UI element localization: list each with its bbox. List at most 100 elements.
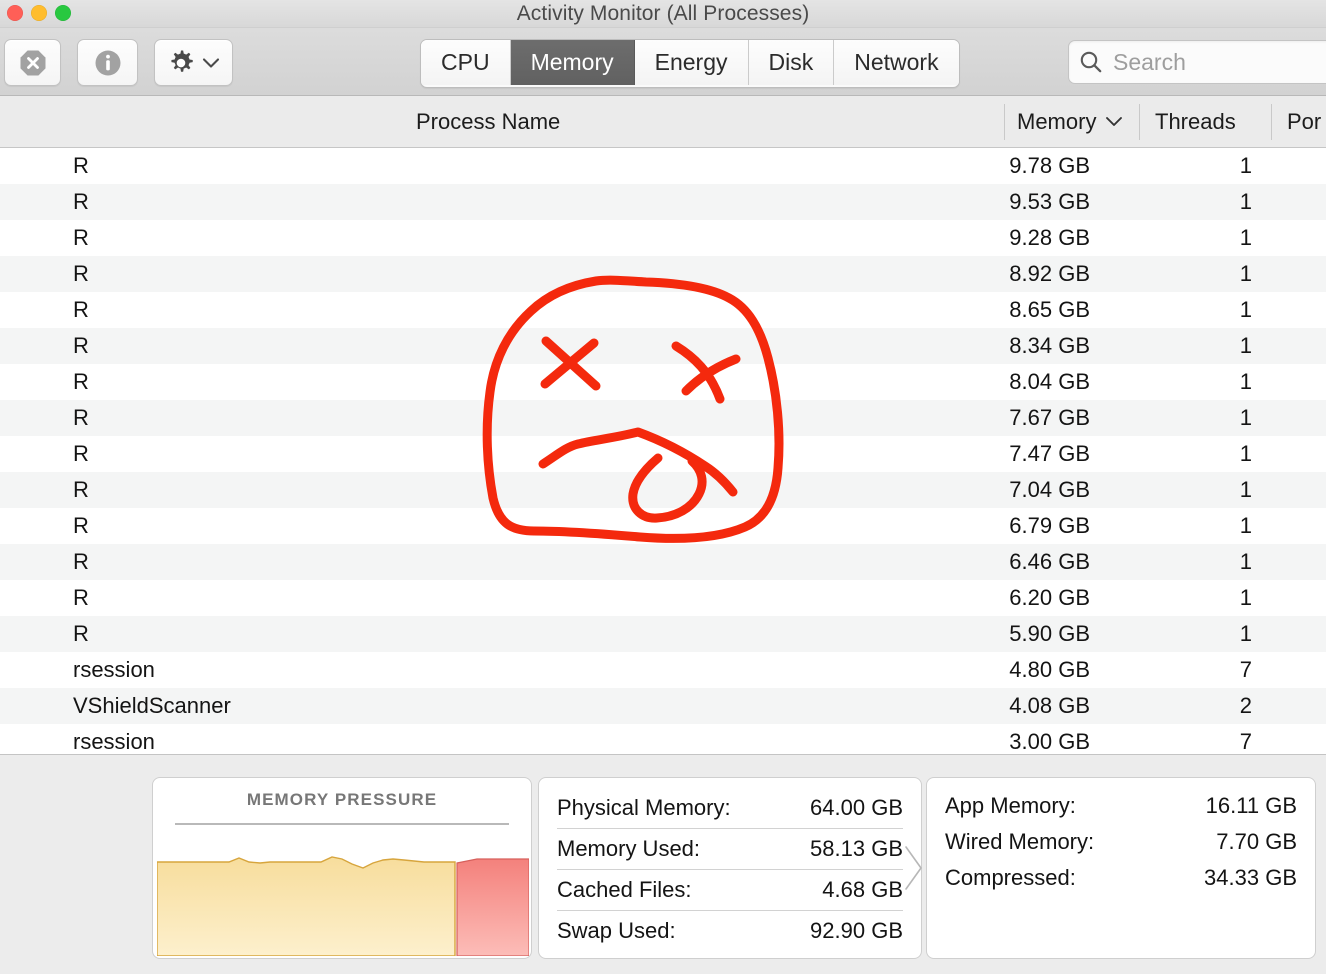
table-row[interactable]: R6.79 GB1 (0, 508, 1326, 544)
cell-threads: 2 (1160, 688, 1252, 724)
cell-process-name: R (73, 400, 89, 436)
tab-cpu[interactable]: CPU (421, 40, 511, 85)
memory-stats-left-list: Physical Memory:64.00 GBMemory Used:58.1… (557, 788, 903, 951)
table-row[interactable]: R6.20 GB1 (0, 580, 1326, 616)
cell-process-name: R (73, 544, 89, 580)
cell-memory: 8.65 GB (960, 292, 1090, 328)
stat-label: Physical Memory: (557, 795, 731, 820)
cell-process-name: R (73, 328, 89, 364)
table-row[interactable]: R9.28 GB1 (0, 220, 1326, 256)
cell-memory: 8.92 GB (960, 256, 1090, 292)
stat-label: Compressed: (945, 865, 1076, 890)
table-row[interactable]: rsession4.80 GB7 (0, 652, 1326, 688)
cell-memory: 8.04 GB (960, 364, 1090, 400)
cell-memory: 3.00 GB (960, 724, 1090, 754)
memory-stat-row: Wired Memory:7.70 GB (945, 824, 1297, 860)
cell-memory: 8.34 GB (960, 328, 1090, 364)
sort-descending-chevron-icon (1104, 115, 1124, 128)
toolbar: CPU Memory Energy Disk Network (0, 28, 1326, 96)
table-row[interactable]: R7.04 GB1 (0, 472, 1326, 508)
table-row[interactable]: VShieldScanner 4.08 GB 2 (0, 688, 1326, 724)
column-header-threads[interactable]: Threads (1155, 96, 1236, 147)
view-tabs: CPU Memory Energy Disk Network (420, 39, 960, 88)
memory-stat-row: App Memory:16.11 GB (945, 788, 1297, 824)
cell-process-name: R (73, 472, 89, 508)
table-row[interactable]: R 9.78 GB 1 (0, 148, 1326, 184)
cell-memory: 5.90 GB (960, 616, 1090, 652)
panel-bracket-icon (904, 843, 924, 893)
cell-threads: 1 (1160, 364, 1252, 400)
cell-process-name: R (73, 616, 89, 652)
inspect-process-button[interactable] (77, 39, 138, 86)
table-row[interactable]: rsession3.00 GB7 (0, 724, 1326, 754)
stat-label: Cached Files: (557, 877, 692, 902)
memory-pressure-rule (175, 823, 509, 825)
table-row[interactable]: R7.47 GB1 (0, 436, 1326, 472)
cell-memory: 7.67 GB (960, 400, 1090, 436)
activity-monitor-window: Activity Monitor (All Processes) (0, 0, 1326, 974)
cell-threads: 1 (1160, 184, 1252, 220)
column-header-process-name[interactable]: Process Name (416, 96, 560, 147)
cell-process-name: R (73, 148, 89, 184)
tab-disk[interactable]: Disk (749, 40, 835, 85)
stat-value: 16.11 GB (1206, 788, 1297, 824)
search-input[interactable] (1113, 49, 1326, 76)
table-row[interactable]: R 8.04 GB 1 (0, 364, 1326, 400)
memory-pressure-title: MEMORY PRESSURE (153, 790, 531, 810)
memory-stat-row: Physical Memory:64.00 GB (557, 788, 903, 829)
cell-memory: 9.78 GB (960, 148, 1090, 184)
process-table[interactable]: R9.78 GB1R9.53 GB1R9.28 GB1R8.92 GB1R8.6… (0, 148, 1326, 754)
info-icon (93, 48, 123, 78)
cell-process-name: R (73, 184, 89, 220)
cell-threads: 1 (1160, 148, 1252, 184)
table-row[interactable]: R7.67 GB1 (0, 400, 1326, 436)
cell-memory: 6.20 GB (960, 580, 1090, 616)
search-field[interactable] (1068, 40, 1326, 84)
cell-memory: 4.08 GB (960, 688, 1090, 724)
view-options-button[interactable] (154, 39, 233, 86)
memory-stats-panel: Physical Memory:64.00 GBMemory Used:58.1… (538, 777, 922, 959)
memory-stat-row: Compressed:34.33 GB (945, 860, 1297, 896)
cell-process-name: VShieldScanner (73, 688, 231, 724)
table-row[interactable]: R8.65 GB1 (0, 292, 1326, 328)
cell-threads: 1 (1160, 220, 1252, 256)
cell-threads: 1 (1160, 328, 1252, 364)
cell-threads: 1 (1160, 580, 1252, 616)
tab-memory[interactable]: Memory (511, 40, 635, 85)
table-row[interactable]: R 5.90 GB 1 (0, 616, 1326, 652)
cell-threads: 7 (1160, 724, 1252, 754)
cell-process-name: R (73, 436, 89, 472)
cell-memory: 4.80 GB (960, 652, 1090, 688)
table-row[interactable]: R 8.34 GB 1 (0, 328, 1326, 364)
stat-label: Swap Used: (557, 918, 676, 943)
cell-threads: 1 (1160, 508, 1252, 544)
column-divider[interactable] (1271, 104, 1272, 140)
table-row[interactable]: R 9.53 GB 1 (0, 184, 1326, 220)
quit-process-button[interactable] (4, 39, 61, 86)
tab-energy[interactable]: Energy (635, 40, 749, 85)
memory-stat-row: Cached Files: 4.68 GB (557, 870, 903, 911)
cell-process-name: R (73, 364, 89, 400)
column-header-ports[interactable]: Por (1287, 96, 1321, 147)
cell-memory: 6.79 GB (960, 508, 1090, 544)
stat-value: 4.68 GB (822, 870, 903, 910)
cell-process-name: rsession (73, 652, 155, 688)
cell-memory: 9.28 GB (960, 220, 1090, 256)
gear-icon (166, 48, 196, 78)
column-header-memory-label: Memory (1017, 96, 1096, 147)
table-row[interactable]: R8.92 GB1 (0, 256, 1326, 292)
column-header-memory[interactable]: Memory (1017, 96, 1124, 147)
cell-memory: 9.53 GB (960, 184, 1090, 220)
memory-stat-row: Swap Used:92.90 GB (557, 911, 903, 951)
stat-label: Memory Used: (557, 836, 700, 861)
cell-threads: 1 (1160, 616, 1252, 652)
cell-memory: 6.46 GB (960, 544, 1090, 580)
column-divider[interactable] (1004, 104, 1005, 140)
column-divider[interactable] (1139, 104, 1140, 140)
table-column-headers: Process Name Memory Threads Por (0, 96, 1326, 148)
cell-threads: 1 (1160, 292, 1252, 328)
tab-network[interactable]: Network (834, 40, 958, 85)
memory-pressure-graph (157, 856, 529, 956)
cell-threads: 1 (1160, 544, 1252, 580)
table-row[interactable]: R 6.46 GB 1 (0, 544, 1326, 580)
